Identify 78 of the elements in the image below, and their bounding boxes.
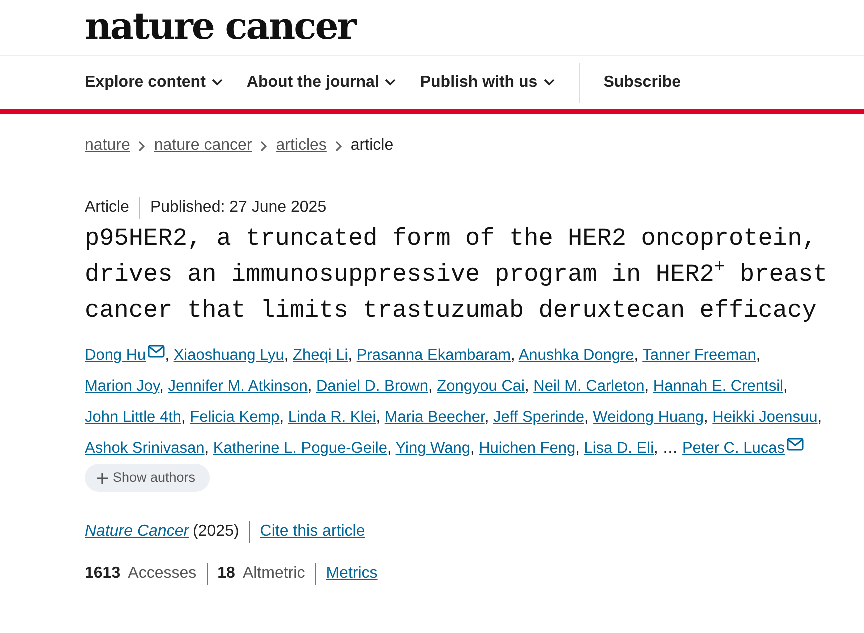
- author-link[interactable]: Hannah E. Crentsil: [653, 378, 784, 395]
- separator: ,: [376, 409, 381, 426]
- breadcrumb-link[interactable]: articles: [276, 134, 327, 158]
- article-title: p95HER2, a truncated form of the HER2 oncoprotein, drives an immunosuppressive program in HER2$^{+}$ breast cancer that limits trastuzumab deruxtecan efficacy: [85, 225, 829, 327]
- metric-count: 18 Altmetric: [218, 564, 306, 584]
- author-link[interactable]: Maria Beecher: [384, 409, 485, 426]
- separator: ,: [204, 440, 210, 457]
- mail-icon[interactable]: [786, 438, 804, 451]
- author-link[interactable]: Neil M. Carleton: [534, 378, 645, 395]
- author-link[interactable]: Daniel D. Brown: [316, 378, 428, 395]
- article-type: Article: [85, 198, 130, 218]
- show-authors-button[interactable]: Show authors: [85, 464, 210, 492]
- caret-icon: [385, 79, 396, 86]
- separator: ,: [511, 347, 516, 364]
- ellipsis: …: [662, 440, 678, 457]
- separator: ,: [428, 378, 433, 395]
- author-link[interactable]: Lisa D. Eli: [584, 440, 654, 457]
- separator: ,: [576, 440, 580, 457]
- author-link[interactable]: Ashok Srinivasan: [85, 440, 205, 457]
- chevron-icon: [260, 140, 268, 152]
- separator: ,: [818, 409, 822, 426]
- separator: ,: [783, 378, 788, 395]
- author-link[interactable]: Dong Hu: [85, 347, 166, 364]
- separator: ,: [165, 347, 170, 364]
- author-link[interactable]: Tanner Freeman: [642, 347, 756, 364]
- caret-icon: [544, 79, 555, 86]
- author-link[interactable]: Huichen Feng: [479, 440, 576, 457]
- author-link[interactable]: Linda R. Klei: [288, 409, 376, 426]
- nav-link[interactable]: Subscribe: [604, 70, 682, 94]
- separator: ,: [387, 440, 392, 457]
- author-link[interactable]: Felicia Kemp: [190, 409, 280, 426]
- separator: ,: [584, 409, 589, 426]
- metrics-link[interactable]: Metrics: [326, 562, 378, 586]
- separator: ,: [634, 347, 639, 364]
- author-link[interactable]: Katherine L. Pogue-Geile: [213, 440, 388, 457]
- author-link[interactable]: Ying Wang: [396, 440, 470, 457]
- author-link[interactable]: Prasanna Ekambaram: [356, 347, 512, 364]
- separator: ,: [654, 440, 658, 457]
- author-link[interactable]: Marion Joy: [85, 378, 160, 395]
- author-link[interactable]: Jennifer M. Atkinson: [168, 378, 308, 395]
- breadcrumb-link[interactable]: nature: [85, 134, 130, 158]
- author-link[interactable]: Jeff Sperinde: [493, 409, 585, 426]
- publish-date: Published: 27 June 2025: [150, 198, 327, 218]
- plus-icon: [97, 472, 108, 484]
- separator: ,: [470, 440, 475, 457]
- mail-icon[interactable]: [148, 345, 166, 358]
- metric-count: 1613 Accesses: [85, 564, 197, 584]
- nav-dropdown[interactable]: About the journal: [246, 70, 396, 94]
- chevron-icon: [138, 140, 146, 152]
- nav-dropdown[interactable]: Publish with us: [420, 70, 555, 94]
- breadcrumb-current: article: [350, 136, 394, 156]
- author-link[interactable]: Heikki Joensuu: [712, 409, 818, 426]
- publication-year: (2025): [193, 522, 240, 542]
- author-link[interactable]: Zheqi Li: [293, 347, 348, 364]
- author-link[interactable]: Weidong Huang: [593, 409, 704, 426]
- separator: ,: [280, 409, 284, 426]
- cite-link[interactable]: Cite this article: [260, 520, 366, 544]
- author-link[interactable]: Anushka Dongre: [518, 347, 634, 364]
- author-link[interactable]: John Little 4th: [85, 409, 182, 426]
- separator: ,: [160, 378, 164, 395]
- separator: ,: [525, 378, 530, 395]
- separator: ,: [704, 409, 708, 426]
- separator: ,: [348, 347, 353, 364]
- nav-dropdown[interactable]: Explore content: [85, 70, 223, 94]
- separator: ,: [284, 347, 289, 364]
- author-link[interactable]: Peter C. Lucas: [682, 440, 804, 457]
- chevron-icon: [334, 140, 343, 152]
- breadcrumb-link[interactable]: nature cancer: [154, 134, 252, 158]
- separator: ,: [308, 378, 312, 395]
- author-link[interactable]: Zongyou Cai: [437, 378, 525, 395]
- separator: ,: [756, 347, 761, 364]
- journal-logo[interactable]: nature cancer: [85, 0, 356, 55]
- separator: ,: [182, 409, 186, 426]
- author-link[interactable]: Xiaoshuang Lyu: [174, 347, 284, 364]
- journal-link[interactable]: Nature Cancer: [85, 520, 190, 544]
- separator: ,: [644, 378, 650, 395]
- separator: ,: [484, 409, 490, 426]
- caret-icon: [212, 79, 223, 86]
